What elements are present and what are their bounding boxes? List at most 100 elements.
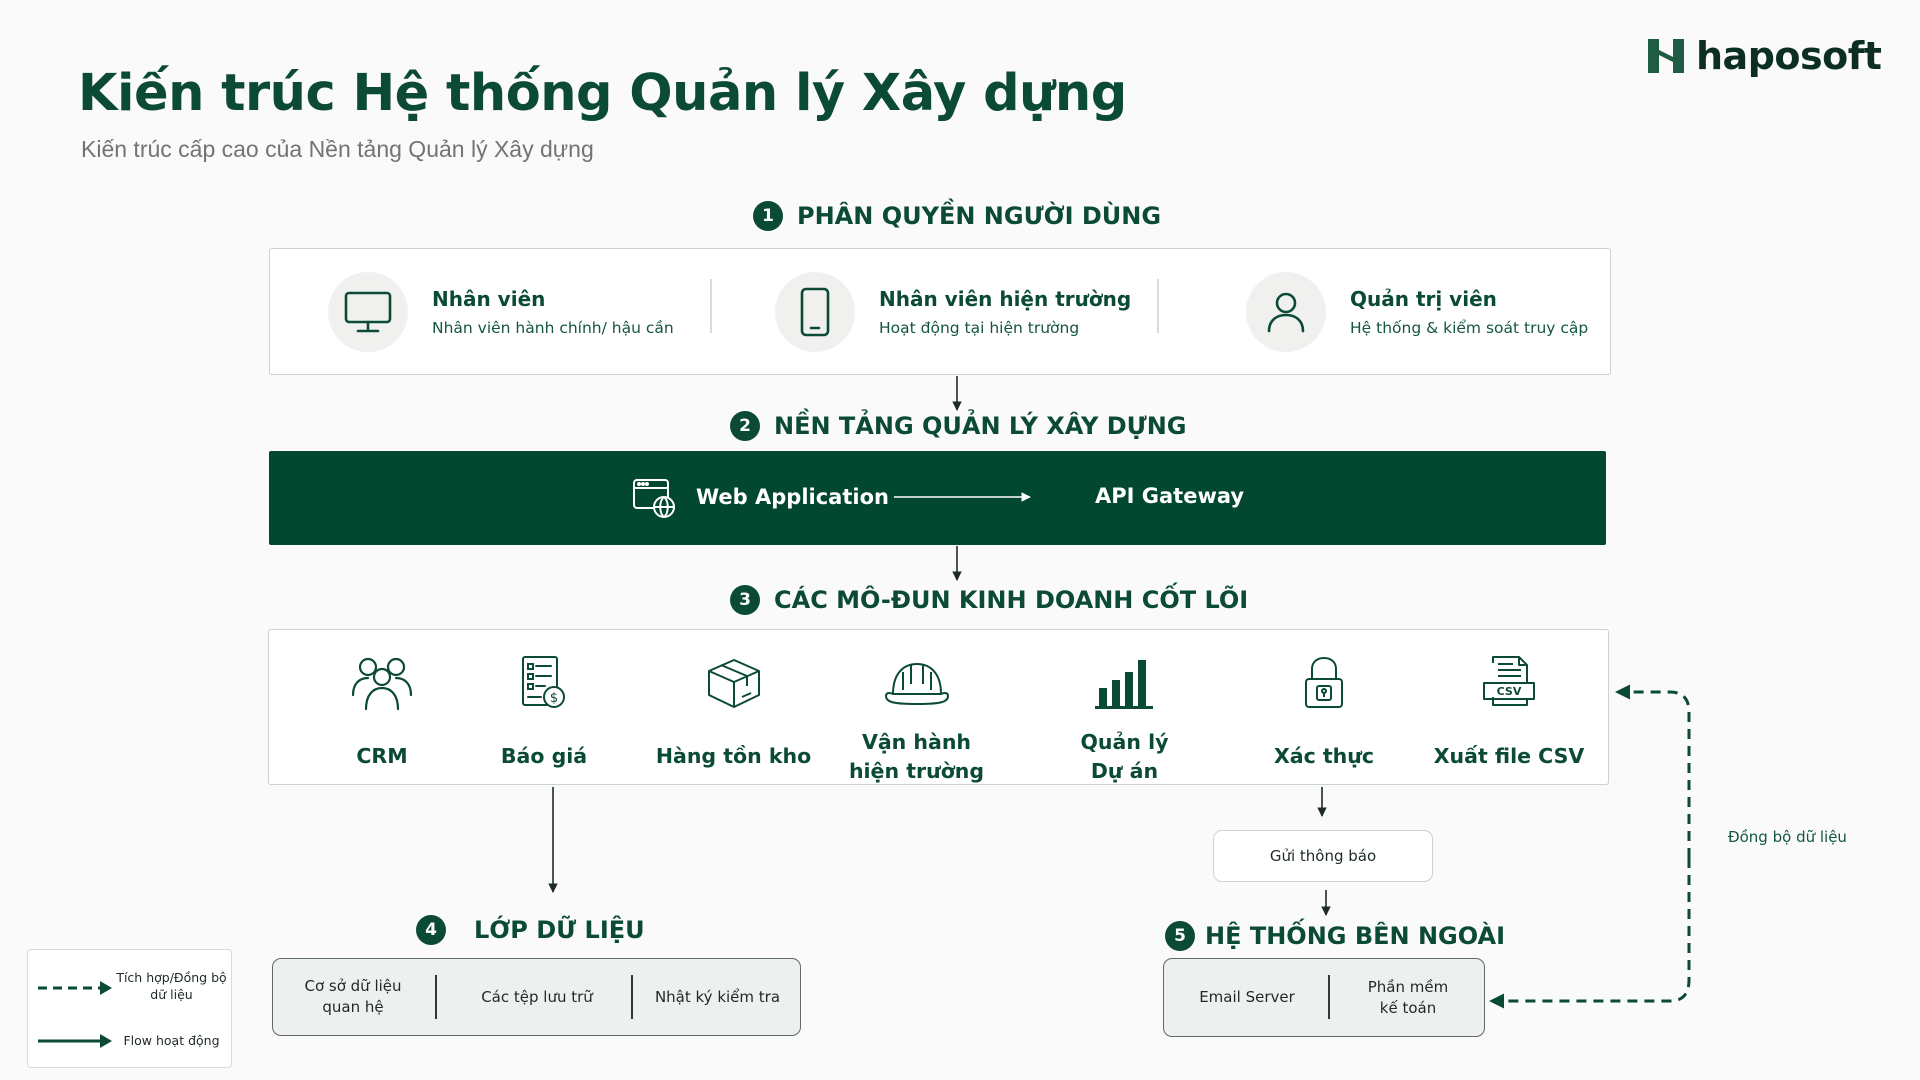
module-icon xyxy=(350,648,414,718)
data-item-line1: Các tệp lưu trữ xyxy=(481,987,593,1006)
svg-text:CSV: CSV xyxy=(1497,685,1522,698)
role-desc: Hoạt động tại hiện trường xyxy=(879,319,1080,337)
module-label-line2: hiện trường xyxy=(848,759,985,783)
monitor-icon xyxy=(344,291,392,333)
module-inventory[interactable]: Hàng tồn kho xyxy=(651,630,816,786)
module-label-line1: Quản lý xyxy=(1080,730,1169,754)
divider xyxy=(631,975,633,1019)
data-layer-panel: Cơ sở dữ liệu quan hệ Các tệp lưu trữ Nh… xyxy=(272,958,801,1036)
role-card-field-staff[interactable]: Nhân viên hiện trường Hoạt động tại hiện… xyxy=(775,249,1131,375)
section-data-layer-heading: 4 LỚP DỮ LIỆU xyxy=(416,915,645,945)
module-icon: CSV xyxy=(1481,648,1537,718)
section-number: 1 xyxy=(753,201,783,231)
divider xyxy=(435,975,437,1019)
smartphone-icon xyxy=(800,287,830,337)
legend: Tích hợp/Đồng bộ dữ liệu Flow hoạt động xyxy=(27,949,232,1068)
role-icon-circle xyxy=(328,272,408,352)
section-title: LỚP DỮ LIỆU xyxy=(474,916,645,944)
external-item-email-server[interactable]: Email Server xyxy=(1164,959,1330,1036)
divider xyxy=(710,279,712,333)
user-icon xyxy=(1267,292,1305,333)
role-desc: Hệ thống & kiểm soát truy cập xyxy=(1350,319,1589,337)
hard-hat-icon xyxy=(884,663,949,705)
haposoft-logo: haposoft xyxy=(1648,34,1882,78)
module-label: Xuất file CSV xyxy=(1433,744,1585,768)
module-label: Báo giá xyxy=(500,744,588,768)
haposoft-logo-icon xyxy=(1648,39,1684,73)
module-quotation[interactable]: $ Báo giá xyxy=(469,630,619,786)
module-label-line1: Vận hành xyxy=(861,730,972,754)
lock-icon xyxy=(1305,657,1343,708)
module-field-operations[interactable]: Vận hành hiện trường xyxy=(829,630,1004,786)
web-app-icon xyxy=(633,479,675,518)
module-icon: $ xyxy=(521,648,567,718)
dashed-arrow-legend-icon xyxy=(38,981,112,995)
module-csv-export[interactable]: CSV Xuất file CSV xyxy=(1419,630,1599,786)
data-item-audit-log[interactable]: Nhật ký kiểm tra xyxy=(635,959,800,1035)
divider xyxy=(1328,975,1330,1019)
section-platform-heading: 2 NỀN TẢNG QUẢN LÝ XÂY DỰNG xyxy=(730,411,1186,441)
page-title: Kiến trúc Hệ thống Quản lý Xây dựng xyxy=(78,64,1127,123)
section-modules-heading: 3 CÁC MÔ-ĐUN KINH DOANH CỐT LÕI xyxy=(730,585,1248,615)
data-item-relational-db[interactable]: Cơ sở dữ liệu quan hệ xyxy=(273,959,433,1035)
legend-solid-label: Flow hoạt động xyxy=(123,1033,220,1048)
module-label: Hàng tồn kho xyxy=(655,744,812,768)
role-icon-circle xyxy=(775,272,855,352)
platform-bar: Web Application API Gateway xyxy=(269,451,1606,545)
legend-dashed-label: Tích hợp/Đồng bộ dữ liệu xyxy=(114,969,229,1003)
page-subtitle: Kiến trúc cấp cao của Nền tảng Quản lý X… xyxy=(81,136,594,162)
solid-arrow-legend-icon xyxy=(38,1034,112,1048)
external-item-accounting-software[interactable]: Phần mềm kế toán xyxy=(1332,959,1484,1036)
section-title: CÁC MÔ-ĐUN KINH DOANH CỐT LÕI xyxy=(774,586,1249,614)
roles-panel: Nhân viên Nhân viên hành chính/ hậu cần … xyxy=(269,248,1611,375)
role-card-admin[interactable]: Quản trị viên Hệ thống & kiểm soát truy … xyxy=(1246,249,1588,375)
module-project-management[interactable]: Quản lý Dự án xyxy=(1037,630,1212,786)
csv-file-icon: CSV xyxy=(1483,656,1535,706)
section-number: 4 xyxy=(416,915,446,945)
divider xyxy=(1157,279,1159,333)
external-item-line1: Phần mềm xyxy=(1367,977,1449,996)
module-label: CRM xyxy=(356,744,408,768)
arrow-sync-to-accounting xyxy=(1489,858,1691,1009)
invoice-icon: $ xyxy=(522,656,565,708)
box-icon xyxy=(707,659,760,708)
web-application-label[interactable]: Web Application xyxy=(696,485,889,509)
role-title: Nhân viên xyxy=(432,287,546,311)
module-authentication[interactable]: Xác thực xyxy=(1239,630,1409,786)
section-roles-heading: 1 PHÂN QUYỀN NGƯỜI DÙNG xyxy=(753,201,1161,231)
module-icon xyxy=(705,648,763,718)
module-crm[interactable]: CRM xyxy=(307,630,457,786)
svg-text:$: $ xyxy=(550,691,558,706)
send-notification-box[interactable]: Gửi thông báo xyxy=(1213,830,1433,882)
modules-panel: CRM $ Báo giá Hàng tồn kho Vận hành hiện… xyxy=(268,629,1609,785)
external-panel: Email Server Phần mềm kế toán xyxy=(1163,958,1485,1037)
section-number: 5 xyxy=(1165,921,1195,951)
section-number: 3 xyxy=(730,585,760,615)
api-gateway-label[interactable]: API Gateway xyxy=(1095,484,1244,508)
data-item-line2: quan hệ xyxy=(322,998,384,1016)
bar-chart-icon xyxy=(1094,660,1153,709)
role-title: Nhân viên hiện trường xyxy=(879,287,1132,311)
section-external-heading: 5 HỆ THỐNG BÊN NGOÀI xyxy=(1165,921,1505,951)
section-title: PHÂN QUYỀN NGƯỜI DÙNG xyxy=(797,202,1162,230)
data-item-line1: Cơ sở dữ liệu xyxy=(304,977,402,995)
role-desc: Nhân viên hành chính/ hậu cần xyxy=(432,319,674,337)
section-title: HỆ THỐNG BÊN NGOÀI xyxy=(1205,922,1506,950)
section-title: NỀN TẢNG QUẢN LÝ XÂY DỰNG xyxy=(774,412,1187,440)
role-card-staff[interactable]: Nhân viên Nhân viên hành chính/ hậu cần xyxy=(328,249,674,375)
data-item-line1: Nhật ký kiểm tra xyxy=(654,987,781,1006)
arrow-sync-to-csv xyxy=(1615,684,1691,858)
module-label: Xác thực xyxy=(1273,744,1375,768)
module-icon xyxy=(883,648,951,718)
role-icon-circle xyxy=(1246,272,1326,352)
role-title: Quản trị viên xyxy=(1350,287,1497,311)
section-number: 2 xyxy=(730,411,760,441)
logo-text: haposoft xyxy=(1696,34,1882,78)
module-icon xyxy=(1094,648,1155,718)
data-item-storage-files[interactable]: Các tệp lưu trữ xyxy=(439,959,635,1035)
external-item-line1: Email Server xyxy=(1199,988,1295,1006)
legend-dashed-line1: Tích hợp/Đồng bộ xyxy=(116,970,227,985)
module-label-line2: Dự án xyxy=(1090,759,1159,783)
data-sync-label: Đồng bộ dữ liệu xyxy=(1728,828,1847,846)
legend-dashed-line2: dữ liệu xyxy=(150,987,193,1002)
